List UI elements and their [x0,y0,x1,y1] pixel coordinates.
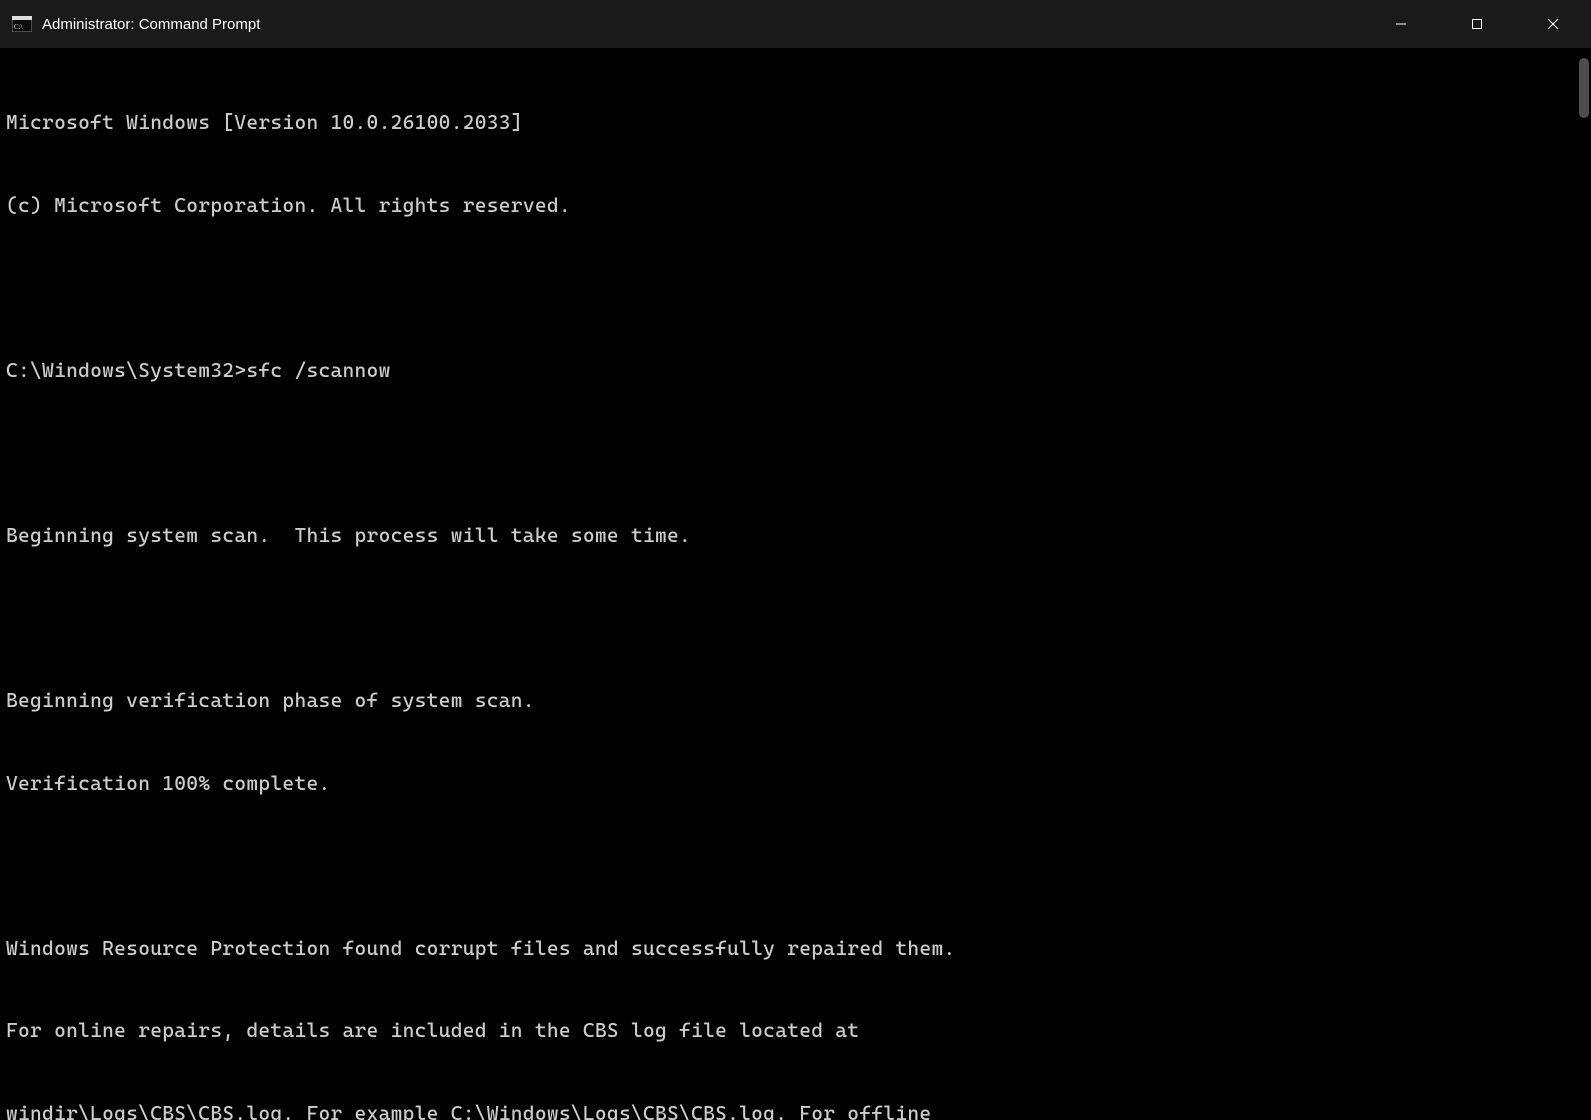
window-controls [1363,0,1591,48]
output-line: windir\Logs\CBS\CBS.log. For example C:\… [6,1100,1585,1120]
output-line: Windows Resource Protection found corrup… [6,935,1585,963]
minimize-icon [1395,18,1407,30]
minimize-button[interactable] [1363,0,1439,48]
output-line: Verification 100% complete. [6,770,1585,798]
terminal-output[interactable]: Microsoft Windows [Version 10.0.26100.20… [0,48,1591,1120]
blank-line [6,852,1585,879]
blank-line [6,440,1585,467]
scrollbar-thumb[interactable] [1579,58,1589,118]
prompt-path: C:\Windows\System32> [6,357,246,385]
maximize-icon [1471,18,1483,30]
svg-text:C:\: C:\ [14,23,23,31]
output-line: Microsoft Windows [Version 10.0.26100.20… [6,109,1585,137]
window-title: Administrator: Command Prompt [42,16,260,33]
title-bar[interactable]: C:\ Administrator: Command Prompt [0,0,1591,48]
close-icon [1547,18,1559,30]
output-line: Beginning system scan. This process will… [6,522,1585,550]
blank-line [6,275,1585,302]
prompt-line: C:\Windows\System32>sfc /scannow [6,357,1585,385]
command-text: sfc /scannow [246,357,390,385]
output-line: For online repairs, details are included… [6,1017,1585,1045]
blank-line [6,605,1585,632]
cmd-icon: C:\ [12,16,32,32]
close-button[interactable] [1515,0,1591,48]
output-line: Beginning verification phase of system s… [6,687,1585,715]
output-line: (c) Microsoft Corporation. All rights re… [6,192,1585,220]
maximize-button[interactable] [1439,0,1515,48]
